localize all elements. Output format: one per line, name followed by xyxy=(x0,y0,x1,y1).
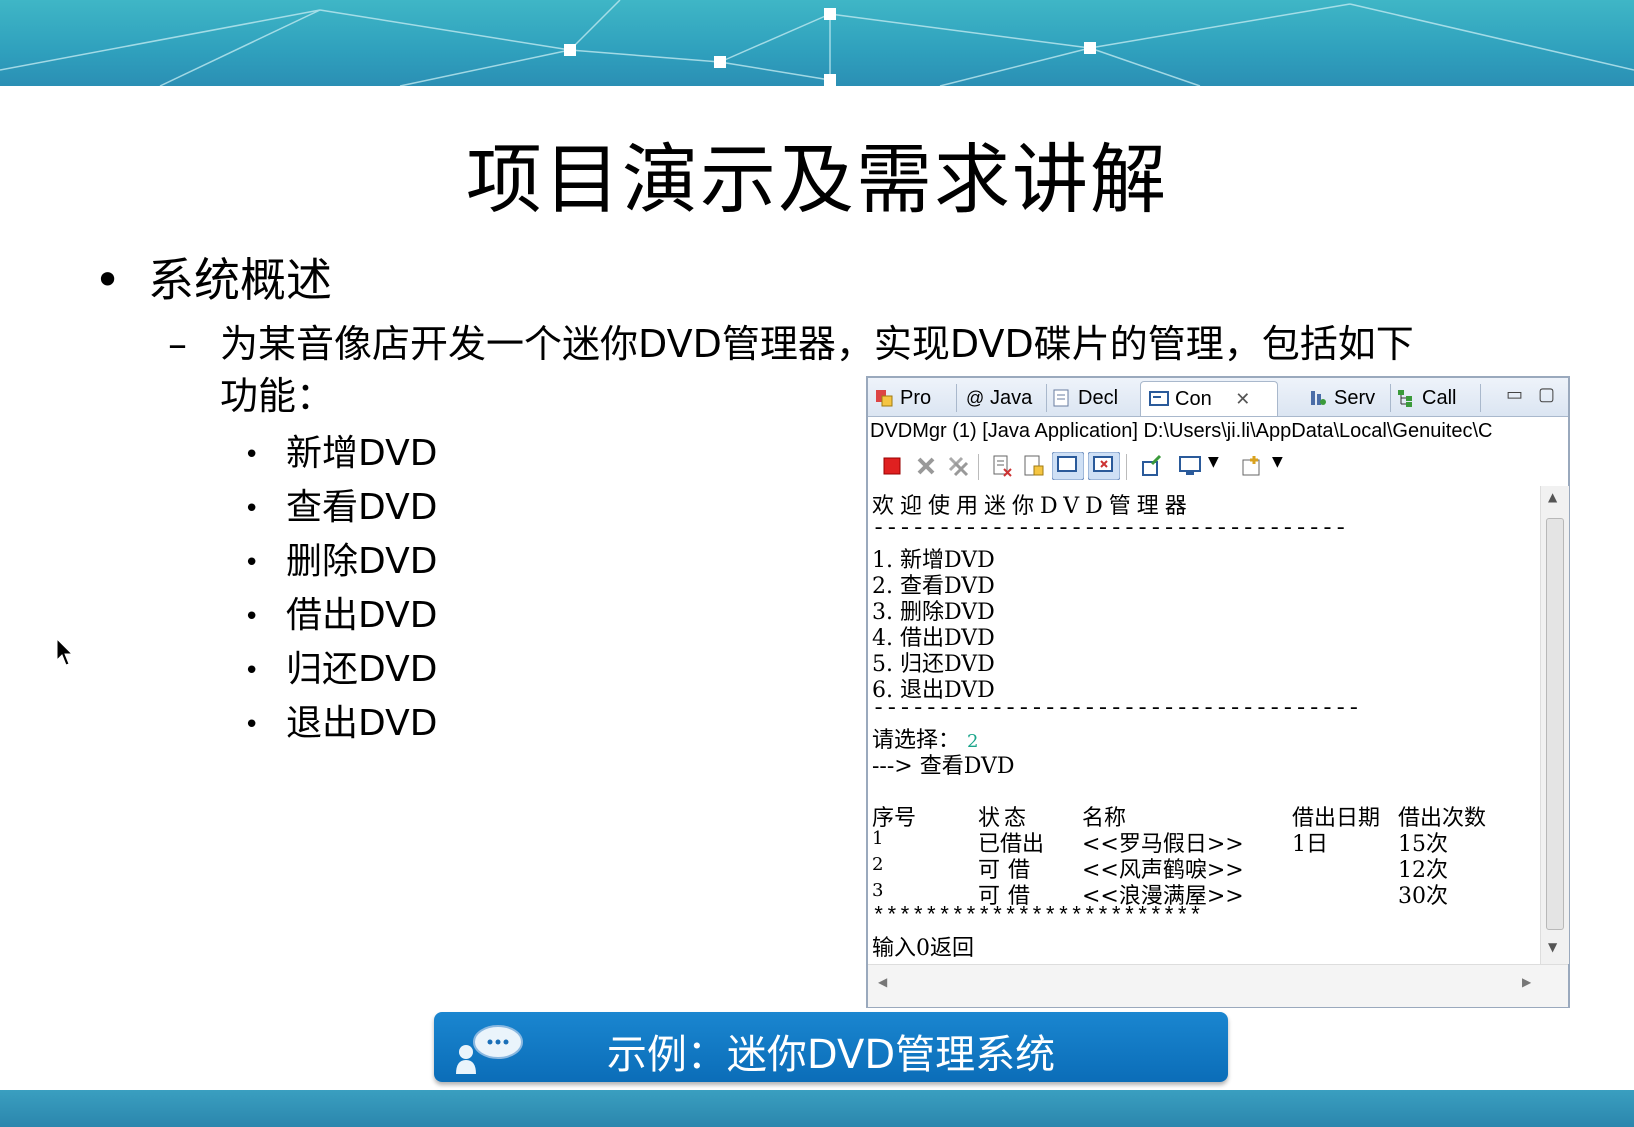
example-caption: 示例：迷你DVD管理系统 xyxy=(434,1012,1228,1082)
bullet-text: 系统概述 xyxy=(148,253,332,307)
horizontal-scrollbar[interactable]: ◀ ▶ xyxy=(868,964,1568,1007)
servers-icon xyxy=(1311,391,1326,405)
tab-call-hierarchy[interactable]: Call xyxy=(1396,381,1456,415)
feature-item: • 新增DVD xyxy=(244,433,438,474)
eclipse-console-window: Pro @ Java Decl Con ✕ Serv Call ▭ ▢ DVDMg… xyxy=(866,376,1570,1008)
declaration-icon xyxy=(1053,389,1069,407)
feature-item: • 归还DVD xyxy=(244,649,438,690)
remove-launch-icon[interactable] xyxy=(914,454,938,478)
table-cell: 3 xyxy=(872,880,884,901)
bullet-system-overview: • 系统概述 xyxy=(94,244,332,310)
show-on-error-icon[interactable] xyxy=(1088,452,1120,480)
tab-project[interactable]: Pro xyxy=(874,381,931,415)
feature-item: • 退出DVD xyxy=(244,703,438,744)
separator-line: ------------------------------------ xyxy=(872,516,1348,541)
console-toolbar: ▼ ▼ xyxy=(868,448,1568,486)
table-cell: 1 xyxy=(872,828,884,849)
bottom-banner xyxy=(0,1090,1634,1127)
tab-console[interactable]: Con ✕ xyxy=(1140,381,1278,416)
feature-item: • 查看DVD xyxy=(244,487,438,528)
chevron-down-icon[interactable]: ▼ xyxy=(1208,454,1219,470)
launch-path: DVDMgr (1) [Java Application] D:\Users\j… xyxy=(870,420,1493,442)
chevron-left-icon[interactable]: ◀ xyxy=(878,975,887,989)
close-icon[interactable]: ✕ xyxy=(1235,389,1250,409)
feature-item: • 删除DVD xyxy=(244,541,438,582)
minimize-icon[interactable]: ▭ xyxy=(1506,384,1523,405)
remove-all-icon[interactable] xyxy=(946,454,970,478)
scroll-lock-icon[interactable] xyxy=(1022,454,1046,478)
show-on-output-icon[interactable] xyxy=(1052,452,1084,480)
scroll-thumb[interactable] xyxy=(1546,518,1564,930)
top-banner xyxy=(0,0,1634,86)
tab-declaration[interactable]: Decl xyxy=(1052,381,1118,415)
at-icon: @ xyxy=(966,388,985,408)
chevron-up-icon[interactable]: ▲ xyxy=(1548,490,1557,504)
return-prompt: 输入0返回 xyxy=(872,936,974,961)
caption-text: 示例：迷你DVD管理系统 xyxy=(606,1032,1056,1078)
arrow-line: ---> 查看DVD xyxy=(872,754,1015,779)
chevron-down-icon[interactable]: ▼ xyxy=(1548,940,1557,954)
description-line1: 为某音像店开发一个迷你DVD管理器，实现DVD碟片的管理，包括如下 xyxy=(220,322,1414,366)
console-icon xyxy=(1149,391,1169,406)
open-console-icon[interactable] xyxy=(1240,454,1264,478)
table-cell: 30次 xyxy=(1398,884,1448,909)
feature-item: • 借出DVD xyxy=(244,595,438,636)
display-console-icon[interactable] xyxy=(1178,454,1202,478)
console-output: 欢迎使用迷你DVD管理器 ---------------------------… xyxy=(868,486,1540,964)
package-explorer-icon xyxy=(876,390,893,407)
tab-javadoc[interactable]: @ Java xyxy=(966,381,1032,415)
pin-console-icon[interactable] xyxy=(1140,454,1164,478)
mouse-cursor-icon xyxy=(56,638,74,666)
terminate-icon[interactable] xyxy=(880,454,904,478)
view-tabs: Pro @ Java Decl Con ✕ Serv Call ▭ ▢ xyxy=(868,378,1568,417)
stars-line: ************************* xyxy=(872,904,1203,929)
clear-console-icon[interactable] xyxy=(990,454,1014,478)
table-cell: 2 xyxy=(872,854,884,875)
slide-title: 项目演示及需求讲解 xyxy=(466,135,1168,224)
bullet-dot: • xyxy=(94,253,122,307)
table-cell: 1日 xyxy=(1292,832,1328,857)
chevron-right-icon[interactable]: ▶ xyxy=(1522,975,1531,989)
chevron-down-icon[interactable]: ▼ xyxy=(1272,454,1283,470)
tab-servers[interactable]: Serv xyxy=(1308,381,1375,415)
separator-line: ------------------------------------- xyxy=(872,696,1361,721)
vertical-scrollbar[interactable]: ▲ ▼ xyxy=(1540,486,1569,964)
dash-marker: – xyxy=(168,322,187,366)
call-hierarchy-icon xyxy=(1398,390,1412,407)
network-decoration xyxy=(0,0,1634,86)
maximize-icon[interactable]: ▢ xyxy=(1538,384,1555,405)
